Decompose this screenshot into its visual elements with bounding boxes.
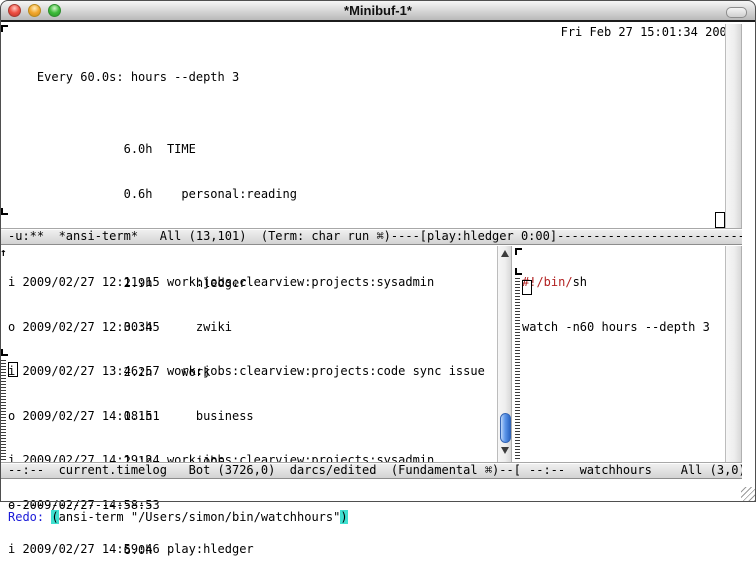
modeline-watchhours: --:-- watchhours All (3,0) xyxy=(521,462,742,479)
report-line: 6.0h TIME xyxy=(8,141,734,158)
script-cursor xyxy=(522,280,532,295)
timelog-scrollbar[interactable] xyxy=(497,246,512,462)
watch-date-text: Fri Feb 27 15:01:34 2009 xyxy=(561,24,734,41)
minibuffer-prompt: Redo: xyxy=(8,510,51,524)
buffer-top-indicator-icon xyxy=(1,25,8,32)
minibuffer-line: Redo: (ansi-term "/Users/simon/bin/watch… xyxy=(8,509,748,526)
resize-grip-icon[interactable] xyxy=(741,487,755,501)
paren-match-open: ( xyxy=(51,510,58,524)
modeline-timelog: --:-- current.timelog Bot (3726,0) darcs… xyxy=(0,462,521,479)
buffer-top-indicator-icon xyxy=(515,248,522,255)
interpreter-text: sh xyxy=(573,275,587,289)
timelog-entry: i 2009/02/27 13:46:57 work:jobs:clearvie… xyxy=(8,363,497,380)
script-command-line: watch -n60 hours --depth 3 xyxy=(522,319,722,336)
script-scrollbar[interactable] xyxy=(725,246,742,462)
modeline-ansi-term: -u:** *ansi-term* All (13,101) (Term: ch… xyxy=(0,228,742,245)
scroll-up-arrow-icon[interactable] xyxy=(501,250,509,257)
scrollbar-thumb[interactable] xyxy=(500,413,511,443)
watch-command-text: Every 60.0s: hours --depth 3 xyxy=(37,70,239,84)
buffer-end-indicator-icon xyxy=(515,268,522,275)
paren-match-close: ) xyxy=(340,510,347,524)
report-line: 0.6h personal:reading xyxy=(8,186,734,203)
timelog-cursor xyxy=(8,362,18,377)
buffer-end-indicator-icon xyxy=(1,208,8,215)
scroll-down-arrow-icon[interactable] xyxy=(501,447,509,454)
terminal-cursor xyxy=(715,212,725,228)
timelog-entry: i 2009/02/27 14:59:46 play:hledger xyxy=(8,541,497,558)
minibuffer-command-text: ansi-term "/Users/simon/bin/watchhours" xyxy=(59,510,341,524)
scrolled-above-indicator-icon: ↑ xyxy=(0,247,7,258)
window-title: *Minibuf-1* xyxy=(0,0,756,22)
script-pane[interactable]: #!/bin/sh watch -n60 hours --depth 3 xyxy=(522,246,722,349)
empty-lines-indicator xyxy=(1,360,6,461)
timelog-entry: i 2009/02/27 12:11:15 work:jobs:clearvie… xyxy=(8,274,497,291)
title-bar[interactable]: *Minibuf-1* xyxy=(0,0,756,22)
timelog-entry: o 2009/02/27 14:18:51 xyxy=(8,408,497,425)
watch-header-row: Every 60.0s: hours --depth 3 Fri Feb 27 … xyxy=(8,52,734,69)
shebang-line: #!/bin/sh xyxy=(522,274,722,291)
minibuffer[interactable]: Redo: (ansi-term "/Users/simon/bin/watch… xyxy=(8,481,748,540)
toolbar-pill-button[interactable] xyxy=(726,7,747,18)
timelog-entry: o 2009/02/27 12:30:45 xyxy=(8,319,497,336)
buffer-end-indicator-icon xyxy=(1,349,8,356)
ansi-term-scrollbar[interactable] xyxy=(725,24,742,228)
empty-lines-indicator xyxy=(515,278,520,461)
